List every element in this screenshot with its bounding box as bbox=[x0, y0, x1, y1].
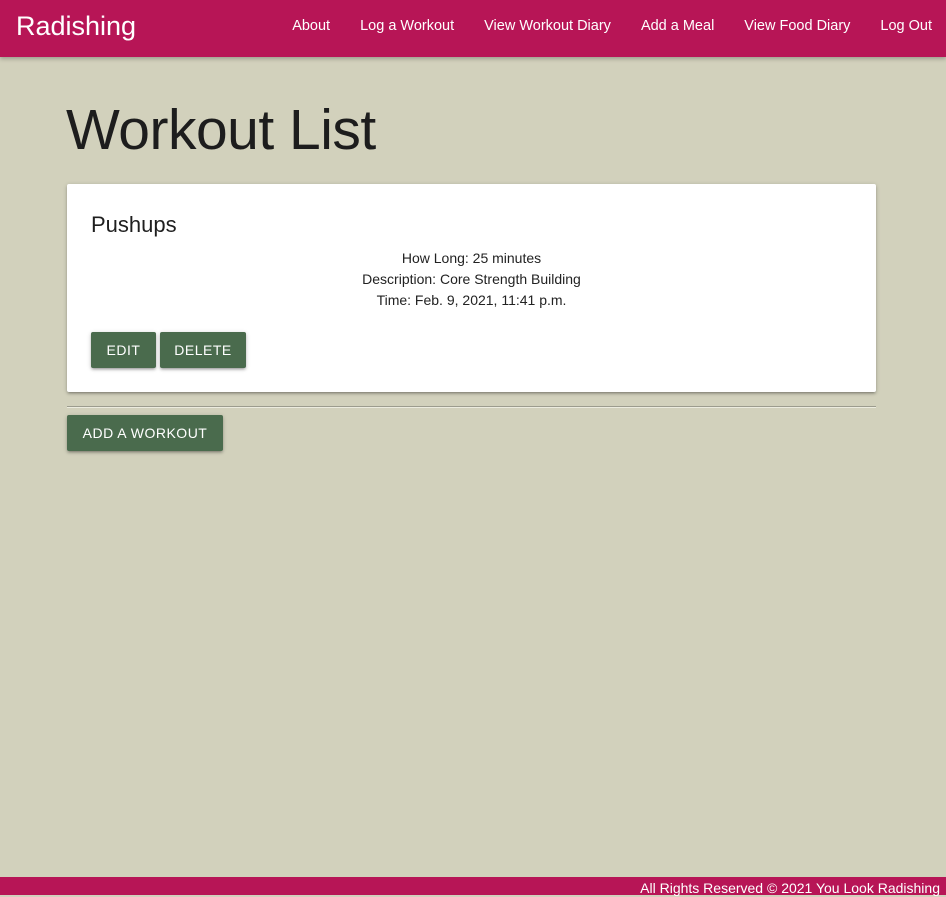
add-workout-button[interactable]: ADD A WORKOUT bbox=[67, 415, 223, 451]
nav-link-view-food-diary[interactable]: View Food Diary bbox=[744, 18, 850, 34]
nav-link-add-meal[interactable]: Add a Meal bbox=[641, 18, 714, 34]
workout-details: How Long: 25 minutes Description: Core S… bbox=[67, 248, 876, 311]
workout-time: Time: Feb. 9, 2021, 11:41 p.m. bbox=[376, 292, 567, 308]
nav-links: About Log a Workout View Workout Diary A… bbox=[262, 0, 932, 51]
delete-button[interactable]: DELETE bbox=[160, 332, 246, 368]
top-navbar: Radishing About Log a Workout View Worko… bbox=[0, 0, 946, 57]
workout-duration: How Long: 25 minutes bbox=[401, 250, 542, 266]
workout-description: Description: Core Strength Building bbox=[362, 271, 581, 287]
nav-link-log-workout[interactable]: Log a Workout bbox=[360, 18, 454, 34]
nav-link-view-workout-diary[interactable]: View Workout Diary bbox=[484, 18, 611, 34]
workout-card: Pushups How Long: 25 minutes Description… bbox=[67, 184, 876, 392]
edit-button[interactable]: EDIT bbox=[91, 332, 156, 368]
divider bbox=[67, 406, 876, 408]
nav-link-log-out[interactable]: Log Out bbox=[880, 18, 932, 34]
page-title: Workout List bbox=[66, 98, 376, 162]
footer-copyright: All Rights Reserved © 2021 You Look Radi… bbox=[640, 880, 940, 896]
footer: All Rights Reserved © 2021 You Look Radi… bbox=[0, 877, 946, 896]
nav-link-about[interactable]: About bbox=[292, 18, 330, 34]
workout-name: Pushups bbox=[91, 212, 177, 237]
brand-logo[interactable]: Radishing bbox=[16, 9, 136, 43]
